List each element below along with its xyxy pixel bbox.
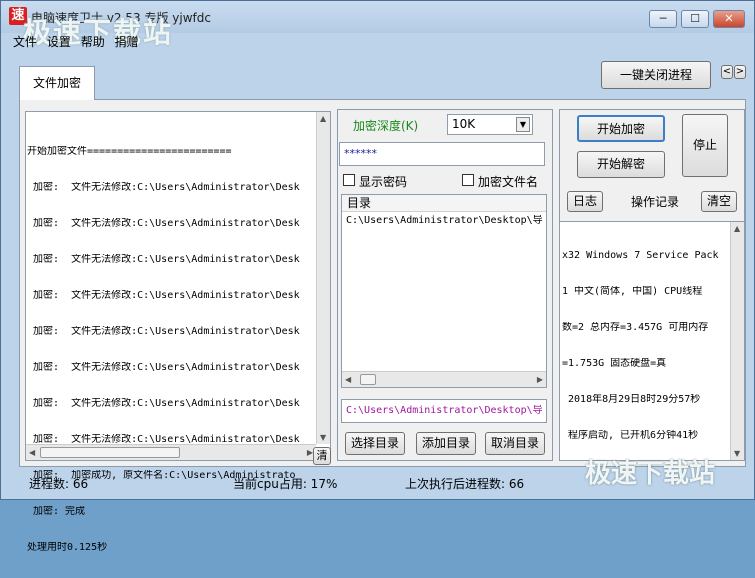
sysinfo-line: 2018年8月29日8时29分57秒 xyxy=(562,394,701,405)
add-directory-button[interactable]: 添加目录 xyxy=(416,432,476,455)
sysinfo-line: 1 中文(简体, 中国) CPU线程 xyxy=(562,286,703,297)
chevron-down-icon[interactable]: ▼ xyxy=(516,117,530,132)
status-process-count: 进程数: 66 xyxy=(29,477,89,491)
tab-file-encrypt[interactable]: 文件加密 xyxy=(19,66,95,100)
nav-left-arrow[interactable]: < xyxy=(721,65,733,79)
depth-value: 10K xyxy=(452,117,476,131)
scroll-up-icon[interactable]: ▲ xyxy=(734,224,740,233)
scroll-left-icon[interactable]: ◀ xyxy=(29,448,35,457)
operation-record-label: 操作记录 xyxy=(631,195,680,209)
sysinfo-line: =1.753G 固态硬盘=真 xyxy=(562,358,667,369)
log-line: 开始加密文件======================== xyxy=(27,146,232,157)
menu-file[interactable]: 文件 xyxy=(13,33,37,50)
window-title: 电脑速度卫士 v2.53 专版 yjwfdc xyxy=(31,11,211,25)
log-line: 加密: 完成 xyxy=(27,506,86,517)
log-line: 加密: 文件无法修改:C:\Users\Administrator\Desk xyxy=(27,254,300,265)
scroll-down-icon[interactable]: ▼ xyxy=(734,449,740,458)
encrypt-filename-label: 加密文件名 xyxy=(478,175,539,189)
log-line: 加密: 文件无法修改:C:\Users\Administrator\Desk xyxy=(27,218,300,229)
log-line: 加密: 文件无法修改:C:\Users\Administrator\Desk xyxy=(27,290,300,301)
scroll-left-icon[interactable]: ◀ xyxy=(345,375,351,384)
log-horizontal-scrollbar[interactable]: ◀ ▶ xyxy=(26,444,316,460)
start-encrypt-button[interactable]: 开始加密 xyxy=(577,115,665,142)
stop-button[interactable]: 停止 xyxy=(682,114,728,177)
nav-right-arrow[interactable]: > xyxy=(734,65,746,79)
log-vertical-scrollbar[interactable]: ▲ ▼ xyxy=(316,112,330,444)
show-password-label: 显示密码 xyxy=(359,175,408,189)
path-value: C:\Users\Administrator\Desktop\导 xyxy=(346,405,543,416)
start-decrypt-button[interactable]: 开始解密 xyxy=(577,151,665,178)
log-lines: 开始加密文件======================== 加密: 文件无法修… xyxy=(27,122,315,578)
system-info-textarea[interactable]: x32 Windows 7 Service Pack 1 中文(简体, 中国) … xyxy=(559,221,745,461)
dir-scroll-thumb[interactable] xyxy=(360,374,376,385)
directory-list[interactable]: 目录 C:\Users\Administrator\Desktop\导 ◀ ▶ xyxy=(341,194,547,388)
close-all-processes-button[interactable]: 一键关闭进程 xyxy=(601,61,711,89)
menu-bar: 文件 设置 帮助 捐赠 xyxy=(13,33,145,49)
scroll-right-icon[interactable]: ▶ xyxy=(537,375,543,384)
menu-help[interactable]: 帮助 xyxy=(81,33,105,50)
watermark-bottom: 极速下载站 xyxy=(585,459,716,489)
show-password-checkbox[interactable] xyxy=(343,174,355,186)
depth-select[interactable]: 10K ▼ xyxy=(447,114,533,135)
sysinfo-line: 程序启动, 已开机6分钟41秒 xyxy=(562,430,699,441)
directory-column-header[interactable]: 目录 xyxy=(342,195,546,212)
depth-label: 加密深度(K) xyxy=(353,119,419,133)
log-line: 加密: 文件无法修改:C:\Users\Administrator\Desk xyxy=(27,398,300,409)
log-line: 加密: 文件无法修改:C:\Users\Administrator\Desk xyxy=(27,362,300,373)
scroll-up-icon[interactable]: ▲ xyxy=(320,114,326,123)
password-value: ****** xyxy=(344,147,377,160)
app-logo-icon: 速 xyxy=(9,7,27,25)
close-button[interactable]: ✕ xyxy=(713,10,745,28)
path-input[interactable]: C:\Users\Administrator\Desktop\导 xyxy=(341,399,547,423)
list-item[interactable]: C:\Users\Administrator\Desktop\导 xyxy=(346,215,544,227)
status-last-process-count: 上次执行后进程数: 66 xyxy=(405,477,525,491)
sysinfo-line: x32 Windows 7 Service Pack xyxy=(562,250,719,261)
system-info-lines: x32 Windows 7 Service Pack 1 中文(简体, 中国) … xyxy=(562,226,726,466)
password-input[interactable]: ****** xyxy=(339,142,545,166)
status-cpu-usage: 当前cpu占用: 17% xyxy=(233,477,338,491)
sysinfo-vertical-scrollbar[interactable]: ▲ ▼ xyxy=(730,222,744,460)
maximize-button[interactable]: ☐ xyxy=(681,10,709,28)
scroll-down-icon[interactable]: ▼ xyxy=(320,433,326,442)
cancel-directory-button[interactable]: 取消目录 xyxy=(485,432,545,455)
log-button[interactable]: 日志 xyxy=(567,191,603,212)
app-window: 速 电脑速度卫士 v2.53 专版 yjwfdc 极速下载站 ─ ☐ ✕ 文件 … xyxy=(0,0,755,553)
log-line: 加密: 文件无法修改:C:\Users\Administrator\Desk xyxy=(27,182,300,193)
minimize-button[interactable]: ─ xyxy=(649,10,677,28)
encrypt-filename-checkbox[interactable] xyxy=(462,174,474,186)
clear-log-button[interactable]: 清 xyxy=(313,447,331,465)
select-directory-button[interactable]: 选择目录 xyxy=(345,432,405,455)
sysinfo-line: 数=2 总内存=3.457G 可用内存 xyxy=(562,322,709,333)
dir-horizontal-scrollbar[interactable]: ◀ ▶ xyxy=(342,371,546,387)
menu-settings[interactable]: 设置 xyxy=(47,33,71,50)
log-line: 加密: 文件无法修改:C:\Users\Administrator\Desk xyxy=(27,326,300,337)
log-textarea[interactable]: 开始加密文件======================== 加密: 文件无法修… xyxy=(25,111,331,553)
menu-donate[interactable]: 捐赠 xyxy=(115,33,139,50)
log-scroll-thumb[interactable] xyxy=(40,447,180,458)
log-line: 处理用时0.125秒 xyxy=(27,542,108,553)
title-bar[interactable]: 速 电脑速度卫士 v2.53 专版 yjwfdc 极速下载站 ─ ☐ ✕ xyxy=(1,1,754,49)
clear-record-button[interactable]: 清空 xyxy=(701,191,737,212)
